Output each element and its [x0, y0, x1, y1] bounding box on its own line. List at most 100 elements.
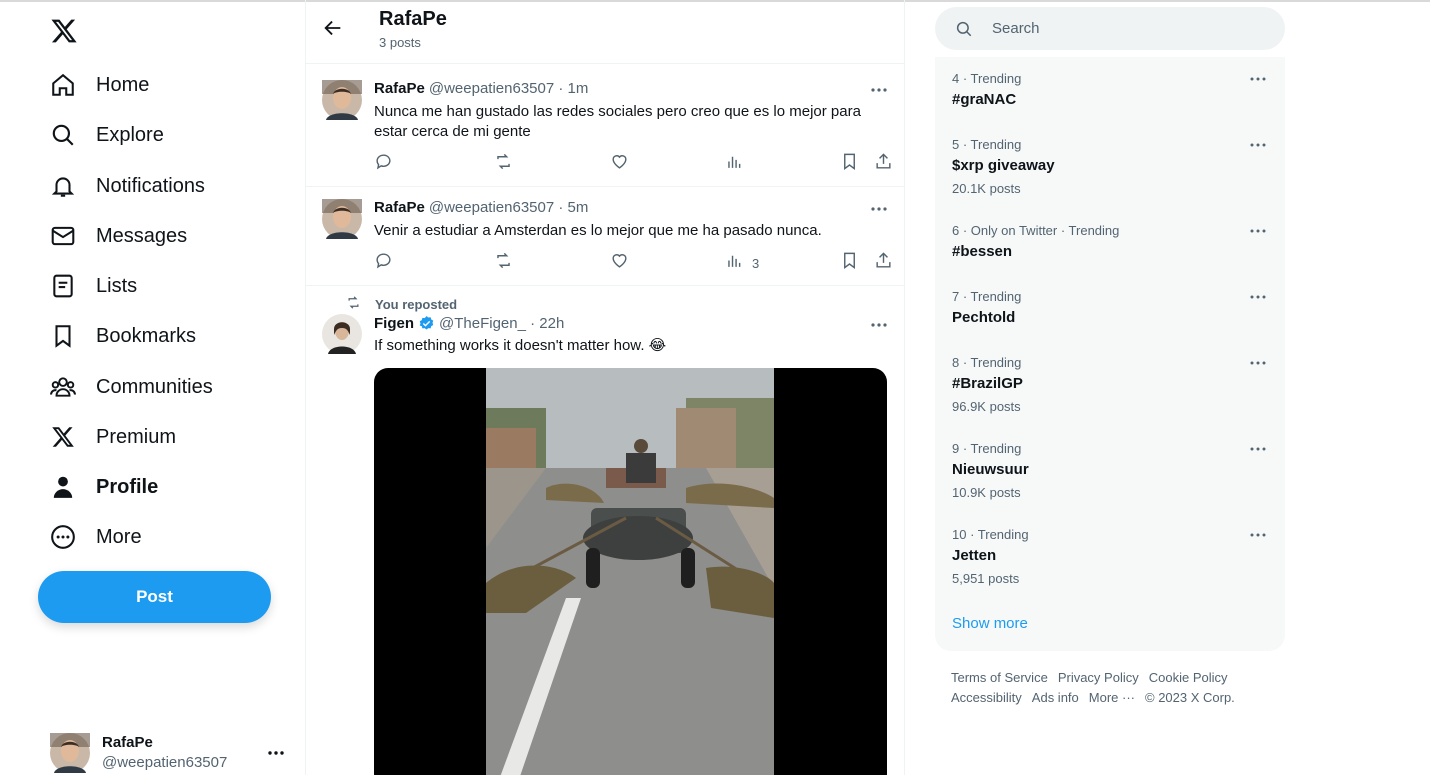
- nav-explore[interactable]: Explore: [50, 115, 164, 155]
- nav-home[interactable]: Home: [50, 65, 149, 105]
- views-count: 3: [752, 255, 760, 271]
- nav-label: Home: [96, 73, 150, 96]
- like-button[interactable]: [610, 253, 629, 273]
- more-dots-icon[interactable]: [1248, 221, 1268, 246]
- nav-label: Communities: [96, 375, 213, 398]
- bookmark-button[interactable]: [840, 152, 859, 176]
- reply-button[interactable]: [374, 154, 393, 174]
- share-icon: [874, 251, 893, 275]
- avatar[interactable]: [322, 199, 362, 239]
- nav-bookmarks[interactable]: Bookmarks: [50, 316, 196, 356]
- nav-label: Premium: [96, 425, 177, 448]
- share-button[interactable]: [874, 152, 893, 176]
- more-dots-icon[interactable]: [266, 743, 286, 768]
- repost-button[interactable]: [494, 252, 513, 273]
- tweet-header: RafaPe @weepatien63507 · 1m: [374, 80, 588, 97]
- left-sidebar: Home Explore Notifications Messages List…: [0, 0, 305, 775]
- nav-label: Profile: [96, 475, 159, 498]
- trend-item[interactable]: 6 · Only on Twitter · Trending #bessen: [935, 223, 1285, 283]
- show-more-link[interactable]: Show more: [952, 615, 1028, 632]
- tweet[interactable]: RafaPe @weepatien63507 · 5m Venir a estu…: [306, 187, 904, 286]
- more-dots-icon[interactable]: [1248, 525, 1268, 550]
- tweet-video[interactable]: [374, 368, 887, 775]
- trend-title: Nieuwsuur: [952, 461, 1029, 478]
- bar-chart-icon: [725, 251, 744, 275]
- nav-label: Lists: [96, 274, 138, 297]
- post-button[interactable]: Post: [38, 571, 271, 623]
- trend-item[interactable]: 5 · Trending $xrp giveaway 20.1K posts: [935, 137, 1285, 197]
- trend-item[interactable]: 4 · Trending #graNAC: [935, 71, 1285, 131]
- trend-meta: 5 · Trending: [952, 137, 1022, 152]
- more-dots-icon[interactable]: [1248, 353, 1268, 378]
- main-column: RafaPe 3 posts RafaPe @weepatien63507 · …: [305, 0, 905, 775]
- nav-notifications[interactable]: Notifications: [50, 166, 205, 206]
- x-logo-icon[interactable]: [50, 17, 78, 45]
- repost-button[interactable]: [494, 152, 513, 176]
- trend-title: #BrazilGP: [952, 375, 1023, 392]
- tweet-author-name[interactable]: RafaPe: [374, 80, 425, 97]
- avatar[interactable]: [322, 80, 362, 120]
- bookmark-icon: [840, 152, 859, 176]
- trend-title: #bessen: [952, 243, 1013, 260]
- trend-item[interactable]: 8 · Trending #BrazilGP 96.9K posts: [935, 355, 1285, 415]
- tweet[interactable]: RafaPe @weepatien63507 · 1m Nunca me han…: [306, 64, 904, 187]
- nav-profile[interactable]: Profile: [50, 467, 158, 507]
- search-icon: [50, 122, 76, 148]
- nav-premium[interactable]: Premium: [50, 417, 176, 457]
- repost-note-text: You reposted: [375, 296, 458, 312]
- tweet[interactable]: You reposted Figen @TheFigen_ · 22h If s…: [306, 286, 904, 775]
- footer-link[interactable]: Ads info: [1032, 688, 1079, 708]
- account-switcher[interactable]: RafaPe @weepatien63507: [50, 731, 290, 775]
- views-button[interactable]: 3: [725, 253, 759, 273]
- tweet-handle-time: @weepatien63507 · 5m: [428, 199, 589, 216]
- nav-lists[interactable]: Lists: [50, 266, 137, 306]
- person-icon: [50, 474, 76, 500]
- nav-more[interactable]: More: [50, 517, 142, 557]
- footer-link[interactable]: Terms of Service: [951, 668, 1048, 688]
- trend-item[interactable]: 9 · Trending Nieuwsuur 10.9K posts: [935, 441, 1285, 501]
- trend-post-count: 96.9K posts: [952, 399, 1021, 414]
- tweet-header: RafaPe @weepatien63507 · 5m: [374, 199, 588, 216]
- account-handle: @weepatien63507: [102, 754, 228, 771]
- trend-meta: 9 · Trending: [952, 441, 1022, 456]
- more-dots-icon[interactable]: [1248, 287, 1268, 312]
- more-dots-icon[interactable]: [1248, 135, 1268, 160]
- account-name: RafaPe: [102, 734, 153, 751]
- avatar: [50, 733, 90, 773]
- reply-button[interactable]: [374, 253, 393, 273]
- trend-title: Pechtold: [952, 309, 1016, 326]
- trend-item[interactable]: 7 · Trending Pechtold: [935, 289, 1285, 349]
- tweet-actions: 3: [374, 251, 894, 275]
- nav-messages[interactable]: Messages: [50, 216, 187, 256]
- footer-link[interactable]: Privacy Policy: [1058, 668, 1139, 688]
- list-icon: [50, 273, 76, 299]
- share-button[interactable]: [874, 251, 893, 275]
- views-button[interactable]: [725, 154, 744, 174]
- more-dots-icon[interactable]: [1248, 439, 1268, 464]
- trend-title: #graNAC: [952, 91, 1017, 108]
- avatar[interactable]: [322, 314, 362, 354]
- home-icon: [50, 72, 76, 98]
- nav-communities[interactable]: Communities: [50, 367, 213, 407]
- tweet-author-name[interactable]: RafaPe: [374, 199, 425, 216]
- tweet-actions: [374, 152, 894, 176]
- tweet-text: Venir a estudiar a Amsterdan es lo mejor…: [374, 222, 822, 239]
- search-input[interactable]: Search: [935, 7, 1285, 50]
- back-arrow-icon[interactable]: [322, 17, 344, 39]
- more-dots-icon[interactable]: [1248, 69, 1268, 94]
- repost-icon: [494, 152, 513, 176]
- bookmark-icon: [50, 323, 76, 349]
- trend-meta: 4 · Trending: [952, 71, 1022, 86]
- share-icon: [874, 152, 893, 176]
- trend-item[interactable]: 10 · Trending Jetten 5,951 posts: [935, 527, 1285, 587]
- reply-icon: [374, 251, 393, 275]
- footer-link[interactable]: More ···: [1089, 688, 1135, 708]
- tweet-author-name[interactable]: Figen: [374, 315, 414, 332]
- footer-link[interactable]: Accessibility: [951, 688, 1022, 708]
- heart-icon: [610, 251, 629, 275]
- bookmark-button[interactable]: [840, 252, 859, 273]
- footer-link[interactable]: Cookie Policy: [1149, 668, 1228, 688]
- repost-note: You reposted: [346, 295, 457, 313]
- bell-icon: [50, 173, 76, 199]
- like-button[interactable]: [610, 154, 629, 174]
